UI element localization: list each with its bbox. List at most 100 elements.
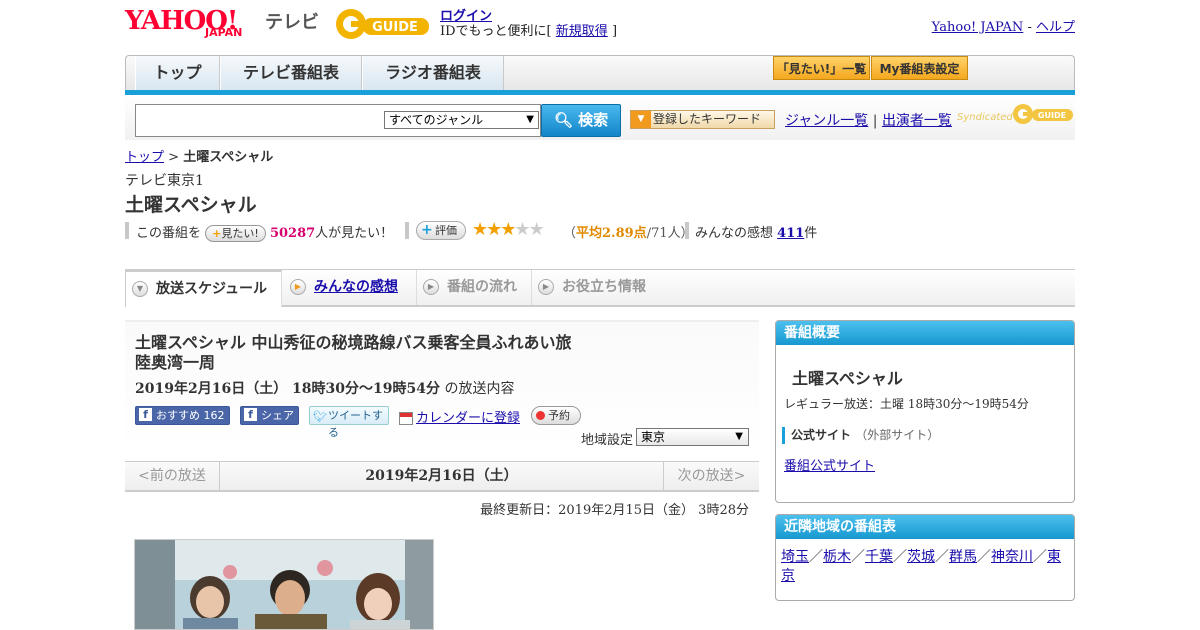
star-icon: ★ (472, 219, 488, 240)
my-schedule-button[interactable]: My番組表設定 (871, 56, 968, 80)
reserve-label: 予約 (548, 409, 570, 422)
region-select[interactable]: 東京 ▼ (636, 428, 749, 446)
yahoo-japan-link[interactable]: Yahoo! JAPAN (932, 20, 1024, 35)
stat-divider (685, 222, 689, 239)
episode-date-value: 2019年2月16日（土） 18時30分～19時54分 (135, 381, 440, 397)
episode-title: 土曜スペシャル 中山秀征の秘境路線バス乗客全員ふれあい旅 陸奥湾一周 (135, 333, 572, 372)
svg-text:GUIDE: GUIDE (372, 20, 418, 35)
this-program-label: この番組を (136, 226, 202, 241)
fb-count: 162 (203, 409, 225, 422)
stat-divider (125, 222, 129, 239)
breadcrumb: トップ > 土曜スペシャル (125, 146, 273, 165)
nearby-areas-box: 近隣地域の番組表 埼玉／栃木／千葉／茨城／群馬／神奈川／東京 (775, 514, 1075, 601)
keyword-button-label: 登録したキーワード (653, 112, 762, 126)
genre-select[interactable]: すべてのジャンル ▼ (384, 111, 539, 129)
id-promo-close: ] (611, 24, 618, 39)
genre-select-value: すべてのジャンル (389, 113, 484, 127)
facebook-icon: f (139, 408, 152, 421)
tweet-button[interactable]: 🐦︎ ツイートする (309, 406, 389, 439)
regular-broadcast: レギュラー放送：土曜 18時30分～19時54分 (784, 397, 1029, 411)
reserve-button[interactable]: 予約 (531, 406, 581, 425)
star-icon: ★ (514, 219, 530, 240)
fb-recommend-label: おすすめ (156, 409, 200, 422)
tab-info-label: お役立ち情報 (562, 279, 646, 295)
star-icon: ★ (486, 219, 502, 240)
kansou-stat: みんなの感想 411件 (695, 222, 817, 241)
breadcrumb-top[interactable]: トップ (125, 150, 164, 165)
kansou-count-link[interactable]: 411 (777, 226, 804, 241)
nav-tab-top[interactable]: トップ (135, 56, 220, 90)
plus-icon: + (421, 222, 433, 238)
chevron-right-icon: ▶ (423, 279, 439, 295)
facebook-share-button[interactable]: f シェア (240, 406, 299, 425)
area-link-ibaraki[interactable]: 茨城 (907, 549, 935, 565)
help-link[interactable]: ヘルプ (1036, 20, 1075, 35)
official-site-label: 公式サイト (791, 428, 852, 442)
id-promo: IDでもっと便利に[ 新規取得 ] (440, 20, 617, 39)
nearby-areas-header: 近隣地域の番組表 (776, 515, 1074, 539)
area-link-gunma[interactable]: 群馬 (949, 549, 977, 565)
tab-flow[interactable]: ▶ 番組の流れ (417, 270, 532, 305)
area-link-chiba[interactable]: 千葉 (865, 549, 893, 565)
chevron-down-icon: ▼ (735, 431, 743, 442)
area-link-kanagawa[interactable]: 神奈川 (991, 549, 1033, 565)
header-links: Yahoo! JAPAN - ヘルプ (932, 16, 1075, 35)
rate-button-label: 評価 (435, 224, 457, 237)
plus-icon: + (212, 227, 222, 240)
mitai-button[interactable]: +見たい! (205, 225, 266, 242)
mitai-list-button[interactable]: 「見たい!」一覧 (773, 56, 870, 80)
genre-list-link[interactable]: ジャンル一覧 (785, 113, 868, 129)
link-divider: | (872, 113, 878, 129)
nav-tab-radio[interactable]: ラジオ番組表 (362, 56, 504, 90)
svg-text:GUIDE: GUIDE (1038, 111, 1066, 120)
header-separator: - (1027, 20, 1032, 35)
region-label: 地域設定 (581, 433, 634, 448)
calendar-icon (399, 412, 413, 425)
gguide-logo: GUIDE (336, 9, 429, 39)
rate-button[interactable]: + 評価 (416, 221, 466, 240)
performer-list-link[interactable]: 出演者一覧 (882, 113, 952, 129)
breadcrumb-current: 土曜スペシャル (183, 150, 274, 165)
mitai-button-label: 見たい! (221, 227, 259, 240)
rating-open: （ (563, 226, 577, 241)
yahoo-japan-sublogo: JAPAN (205, 26, 243, 39)
chevron-right-icon: ▶ (538, 279, 554, 295)
official-site-heading: 公式サイト （外部サイト） (782, 427, 939, 444)
nav-tab-tv[interactable]: テレビ番組表 (220, 56, 362, 90)
kansou-label: みんなの感想 (695, 226, 774, 241)
id-promo-text: IDでもっと便利に[ (440, 24, 552, 39)
tab-schedule[interactable]: ▼ 放送スケジュール (125, 270, 282, 307)
facebook-icon: f (244, 408, 257, 421)
last-updated: 最終更新日：2019年2月15日（金） 3時28分 (480, 503, 749, 518)
calendar-label: カレンダーに登録 (416, 411, 521, 426)
stat-divider (405, 222, 409, 239)
rating-average: （平均2.89点/71人） (563, 222, 694, 241)
area-link-tochigi[interactable]: 栃木 (823, 549, 851, 565)
tab-info[interactable]: ▶ お役立ち情報 (532, 270, 662, 305)
tab-reviews[interactable]: ▶ みんなの感想 (284, 270, 417, 305)
kansou-suffix: 件 (804, 226, 818, 241)
area-link-saitama[interactable]: 埼玉 (781, 549, 809, 565)
prev-broadcast-link[interactable]: <前の放送 (125, 462, 220, 491)
chevron-down-icon: ▼ (132, 281, 148, 297)
facebook-recommend-button[interactable]: f おすすめ 162 (135, 406, 230, 425)
episode-photo-image (135, 540, 433, 629)
star-icon: ★ (528, 219, 545, 240)
calendar-link[interactable]: カレンダーに登録 (399, 407, 520, 426)
tv-service-label: テレビ (265, 12, 319, 33)
tab-schedule-label: 放送スケジュール (156, 281, 268, 297)
page-title: 土曜スペシャル (125, 194, 257, 216)
next-broadcast-link[interactable]: 次の放送> (663, 462, 759, 491)
triangle-down-icon: ▼ (631, 111, 651, 128)
record-icon (536, 411, 545, 420)
mitai-count: 50287 (269, 226, 316, 241)
search-button[interactable]: 🔍︎ 検索 (541, 104, 621, 137)
keyword-button[interactable]: ▼ 登録したキーワード (630, 110, 775, 129)
gguide-small-logo: GUIDE (1013, 104, 1073, 124)
breadcrumb-sep: > (168, 150, 180, 165)
signup-link[interactable]: 新規取得 (556, 24, 608, 39)
fb-share-label: シェア (261, 409, 294, 422)
official-site-link[interactable]: 番組公式サイト (784, 455, 875, 474)
channel-name: テレビ東京1 (125, 173, 204, 189)
episode-date-suffix: の放送内容 (444, 381, 515, 397)
